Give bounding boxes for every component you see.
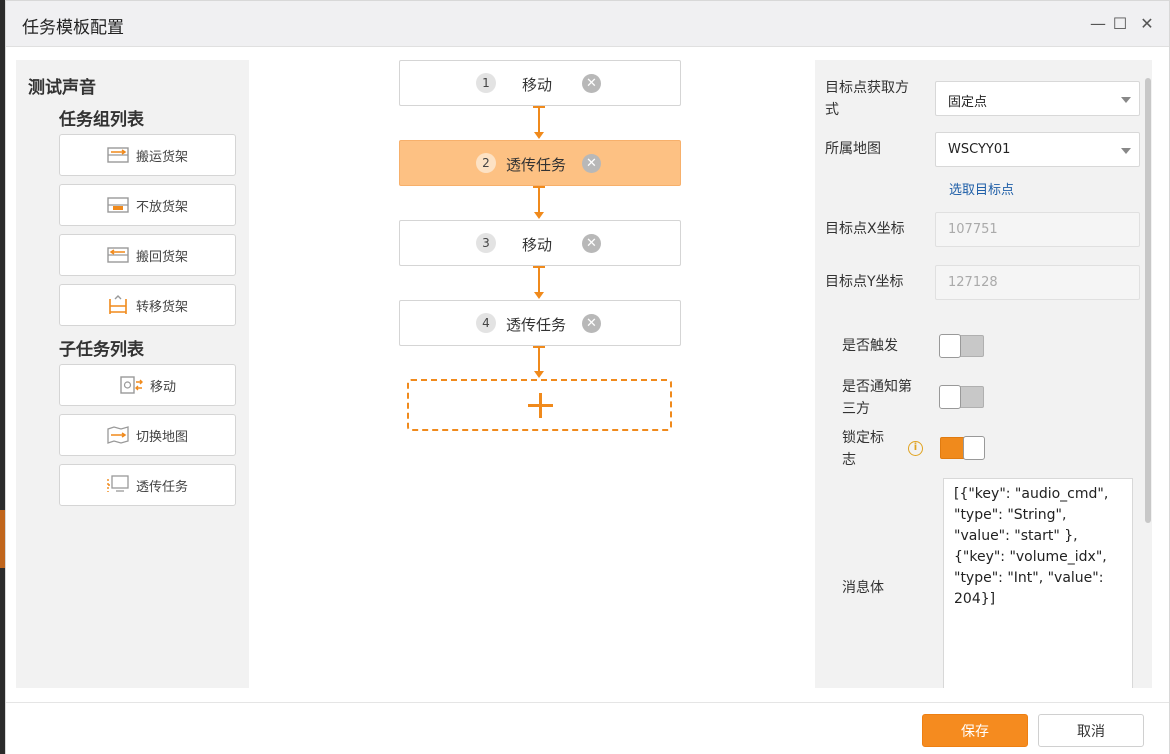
group-item-label: 搬运货架 xyxy=(136,149,189,165)
save-button[interactable]: 保存 xyxy=(922,714,1028,747)
left-panel: 测试声音 任务组列表 搬运货架 不放货架 搬回货架 转移货架 子任务列表 移动 … xyxy=(16,60,249,688)
subtask-list-title: 子任务列表 xyxy=(59,340,144,360)
title-bar: 任务模板配置 — ☐ ✕ xyxy=(6,1,1169,47)
map-label: 所属地图 xyxy=(825,141,881,157)
y-coord-label: 目标点Y坐标 xyxy=(825,274,904,290)
subtask-item-move[interactable]: 移动 xyxy=(59,364,236,406)
passthrough-task-icon xyxy=(106,475,130,495)
remove-node-icon[interactable]: ✕ xyxy=(582,74,601,93)
node-label: 移动 xyxy=(522,76,553,94)
cancel-button[interactable]: 取消 xyxy=(1038,714,1144,747)
flow-connector xyxy=(538,266,540,293)
subtask-item-label: 切换地图 xyxy=(136,429,189,445)
panel-scrollbar[interactable] xyxy=(1145,78,1151,523)
target-mode-label: 目标点获取方式 xyxy=(825,80,909,118)
x-coord-label: 目标点X坐标 xyxy=(825,221,905,237)
flow-connector xyxy=(538,186,540,213)
target-mode-value: 固定点 xyxy=(948,95,988,110)
y-coord-field[interactable]: 127128 xyxy=(935,265,1140,300)
close-button[interactable]: ✕ xyxy=(1137,13,1157,33)
maximize-button[interactable]: ☐ xyxy=(1110,13,1130,33)
flow-connector-tick xyxy=(533,266,545,268)
lock-toggle[interactable] xyxy=(940,436,985,460)
node-number: 1 xyxy=(476,73,496,93)
flow-connector-tick xyxy=(533,186,545,188)
flow-arrow xyxy=(534,212,544,219)
group-item-label: 搬回货架 xyxy=(136,249,189,265)
info-icon[interactable]: i xyxy=(908,441,923,456)
group-item-return-shelf[interactable]: 搬回货架 xyxy=(59,234,236,276)
x-coord-field[interactable]: 107751 xyxy=(935,212,1140,247)
task-template-dialog: 任务模板配置 — ☐ ✕ 测试声音 任务组列表 搬运货架 不放货架 搬回货架 转… xyxy=(5,0,1170,754)
properties-panel: 目标点获取方式 固定点 所属地图 WSCYY01 选取目标点 目标点X坐标 10… xyxy=(815,60,1152,688)
group-item-label: 不放货架 xyxy=(136,199,189,215)
flow-arrow xyxy=(534,292,544,299)
group-item-label: 转移货架 xyxy=(136,299,189,315)
pick-target-link[interactable]: 选取目标点 xyxy=(949,179,1014,198)
plus-icon-bar xyxy=(528,404,553,407)
node-number: 2 xyxy=(476,153,496,173)
toggle-knob xyxy=(963,436,985,460)
message-textarea[interactable]: [{"key": "audio_cmd", "type": "String", … xyxy=(943,478,1133,688)
message-label: 消息体 xyxy=(842,580,884,596)
minimize-button[interactable]: — xyxy=(1088,13,1108,33)
chevron-down-icon xyxy=(1121,97,1131,103)
subtask-item-label: 透传任务 xyxy=(136,479,189,495)
template-name: 测试声音 xyxy=(28,78,96,98)
flow-connector-tick xyxy=(533,106,545,108)
group-list-title: 任务组列表 xyxy=(59,110,144,130)
trigger-toggle[interactable] xyxy=(939,334,984,358)
remove-node-icon[interactable]: ✕ xyxy=(582,314,601,333)
group-item-carry-shelf[interactable]: 搬运货架 xyxy=(59,134,236,176)
subtask-item-passthrough[interactable]: 透传任务 xyxy=(59,464,236,506)
subtask-item-label: 移动 xyxy=(150,379,177,395)
flow-arrow xyxy=(534,132,544,139)
node-label: 透传任务 xyxy=(506,156,567,174)
flow-connector-tick xyxy=(533,346,545,348)
subtask-item-switch-map[interactable]: 切换地图 xyxy=(59,414,236,456)
group-item-no-place-shelf[interactable]: 不放货架 xyxy=(59,184,236,226)
move-icon xyxy=(120,375,144,395)
toggle-knob xyxy=(939,385,961,409)
node-number: 3 xyxy=(476,233,496,253)
carry-shelf-icon xyxy=(106,145,130,165)
transfer-shelf-icon xyxy=(106,295,130,315)
add-node-button[interactable] xyxy=(407,379,672,431)
trigger-label: 是否触发 xyxy=(842,338,898,354)
target-mode-select[interactable]: 固定点 xyxy=(935,81,1140,116)
toggle-knob xyxy=(939,334,961,358)
notify-toggle[interactable] xyxy=(939,385,984,409)
notify-label: 是否通知第三方 xyxy=(842,379,912,417)
switch-map-icon xyxy=(106,425,130,445)
map-select[interactable]: WSCYY01 xyxy=(935,132,1140,167)
lock-label: 锁定标志 xyxy=(842,430,884,468)
node-label: 移动 xyxy=(522,236,553,254)
no-place-shelf-icon xyxy=(106,195,130,215)
node-number: 4 xyxy=(476,313,496,333)
dialog-title: 任务模板配置 xyxy=(22,18,124,38)
flow-connector xyxy=(538,346,540,372)
remove-node-icon[interactable]: ✕ xyxy=(582,154,601,173)
flow-connector xyxy=(538,106,540,133)
flow-node-3[interactable]: 3 移动 ✕ xyxy=(399,220,681,266)
remove-node-icon[interactable]: ✕ xyxy=(582,234,601,253)
dialog-footer: 保存 取消 xyxy=(6,702,1169,754)
group-item-transfer-shelf[interactable]: 转移货架 xyxy=(59,284,236,326)
return-shelf-icon xyxy=(106,245,130,265)
flow-arrow xyxy=(534,371,544,378)
flow-node-2[interactable]: 2 透传任务 ✕ xyxy=(399,140,681,186)
node-label: 透传任务 xyxy=(506,316,567,334)
chevron-down-icon xyxy=(1121,148,1131,154)
flow-node-4[interactable]: 4 透传任务 ✕ xyxy=(399,300,681,346)
map-value: WSCYY01 xyxy=(948,142,1011,157)
flow-node-1[interactable]: 1 移动 ✕ xyxy=(399,60,681,106)
